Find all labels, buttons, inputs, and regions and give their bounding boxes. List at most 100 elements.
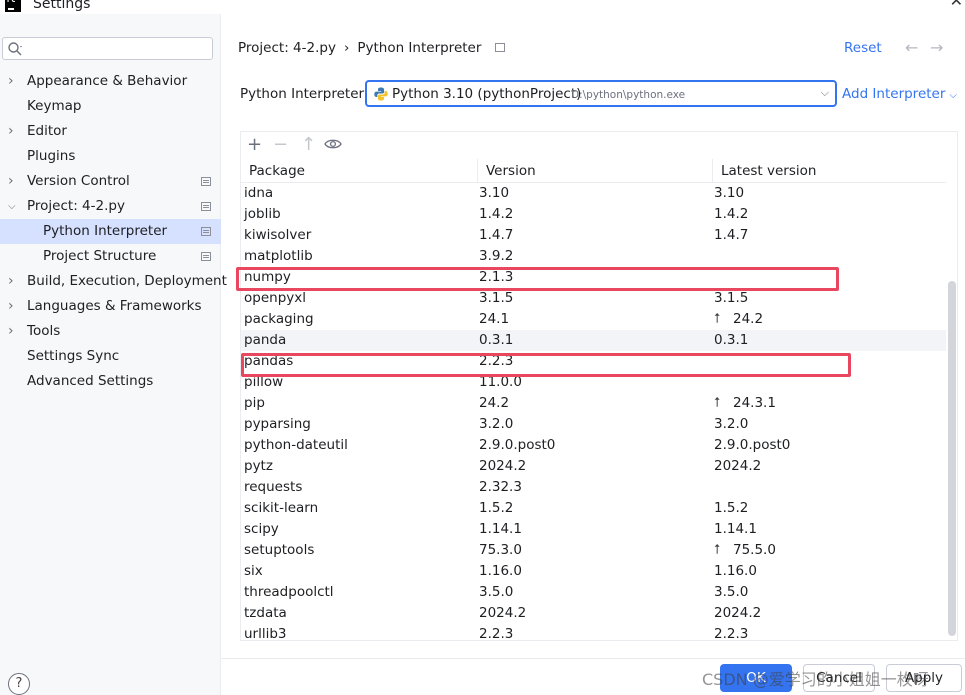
sidebar-item[interactable]: › Languages & Frameworks xyxy=(0,294,221,319)
sidebar-item-label: Plugins xyxy=(27,148,76,164)
forward-arrow-icon[interactable]: → xyxy=(930,38,943,57)
sidebar-item-label: Languages & Frameworks xyxy=(27,298,202,314)
package-version-cell-text: 2024.2 xyxy=(479,458,527,474)
package-name-cell-text: threadpoolctl xyxy=(244,584,334,600)
add-interpreter-link[interactable]: Add Interpreter ⌵ xyxy=(842,86,957,102)
table-row[interactable]: openpyxl 3.1.5 3.1.5 xyxy=(241,288,946,309)
package-name-cell: pyparsing xyxy=(244,414,311,435)
package-version-cell: 1.16.0 xyxy=(479,561,522,582)
table-row[interactable]: requests 2.32.3 xyxy=(241,477,946,498)
sidebar-item[interactable]: › Appearance & Behavior xyxy=(0,69,221,94)
settings-search-input[interactable] xyxy=(27,40,207,58)
close-icon[interactable]: ✕ xyxy=(950,0,963,10)
upgrade-package-button[interactable]: ↑ xyxy=(301,135,316,155)
package-latest-cell-text: 1.4.2 xyxy=(714,206,749,222)
package-latest-cell-text: 2024.2 xyxy=(714,458,762,474)
project-level-icon xyxy=(495,43,506,52)
package-table-header: Package Version Latest version xyxy=(241,159,946,183)
package-version-cell: 2.2.3 xyxy=(479,624,513,640)
sidebar-item[interactable]: Keymap xyxy=(0,94,221,119)
package-latest-cell: 1.4.2 xyxy=(714,204,748,225)
settings-search-box[interactable] xyxy=(2,37,213,60)
package-name-cell: tzdata xyxy=(244,603,287,624)
sidebar-item-label: Build, Execution, Deployment xyxy=(27,273,227,289)
project-level-icon xyxy=(201,227,211,236)
package-version-cell-text: 3.5.0 xyxy=(479,584,514,600)
ok-button[interactable]: OK xyxy=(720,664,792,692)
package-name-cell: scipy xyxy=(244,519,279,540)
package-name-cell-text: urllib3 xyxy=(244,626,287,641)
reset-link[interactable]: Reset xyxy=(844,40,882,56)
sidebar-item[interactable]: › Build, Execution, Deployment xyxy=(0,269,227,294)
table-row[interactable]: pip 24.2 ⭡ 24.3.1 xyxy=(241,393,946,414)
table-row[interactable]: six 1.16.0 1.16.0 xyxy=(241,561,946,582)
chevron-right-icon[interactable]: › xyxy=(8,119,20,144)
package-version-cell-text: 24.2 xyxy=(479,395,510,411)
column-header-version[interactable]: Version xyxy=(477,159,712,183)
window-title: Settings xyxy=(33,0,91,12)
sidebar-item-label: Version Control xyxy=(27,173,130,189)
table-row[interactable]: joblib 1.4.2 1.4.2 xyxy=(241,204,946,225)
chevron-down-icon: ⌵ xyxy=(820,86,829,99)
table-row[interactable]: threadpoolctl 3.5.0 3.5.0 xyxy=(241,582,946,603)
table-row[interactable]: scikit-learn 1.5.2 1.5.2 xyxy=(241,498,946,519)
package-latest-cell: 2.9.0.post0 xyxy=(714,435,790,456)
pycharm-logo-icon: PC xyxy=(5,0,21,12)
sidebar-item[interactable]: › Tools xyxy=(0,319,221,344)
table-row[interactable]: kiwisolver 1.4.7 1.4.7 xyxy=(241,225,946,246)
table-row[interactable]: matplotlib 3.9.2 xyxy=(241,246,946,267)
package-version-cell: 3.2.0 xyxy=(479,414,513,435)
package-table-body: idna 3.10 3.10 joblib 1.4.2 1.4.2 kiwisolver 1.… xyxy=(241,183,946,641)
table-row[interactable]: packaging 24.1 ⭡ 24.2 xyxy=(241,309,946,330)
sidebar-item[interactable]: › Version Control xyxy=(0,169,221,194)
sidebar-item[interactable]: Project Structure xyxy=(0,244,221,269)
apply-button[interactable]: Apply xyxy=(886,664,962,692)
chevron-right-icon[interactable]: › xyxy=(8,69,20,94)
table-row[interactable]: pytz 2024.2 2024.2 xyxy=(241,456,946,477)
scrollbar-thumb[interactable] xyxy=(948,281,956,636)
table-row[interactable]: urllib3 2.2.3 2.2.3 xyxy=(241,624,946,641)
sidebar-item[interactable]: Advanced Settings xyxy=(0,369,221,394)
package-name-cell: panda xyxy=(244,330,286,351)
sidebar-item[interactable]: ⌵ Project: 4-2.py xyxy=(0,194,221,219)
package-name-cell-text: pip xyxy=(244,395,265,411)
package-version-cell: 3.1.5 xyxy=(479,288,513,309)
package-version-cell-text: 1.14.1 xyxy=(479,521,522,537)
add-package-button[interactable]: + xyxy=(247,135,262,155)
package-name-cell-text: scikit-learn xyxy=(244,500,319,516)
chevron-down-icon[interactable]: ⌵ xyxy=(8,194,20,219)
table-row[interactable]: idna 3.10 3.10 xyxy=(241,183,946,204)
breadcrumb-separator: › xyxy=(343,40,350,56)
chevron-right-icon[interactable]: › xyxy=(8,269,20,294)
sidebar-item[interactable]: Python Interpreter xyxy=(0,219,221,244)
eye-icon[interactable] xyxy=(324,138,342,150)
table-row[interactable]: scipy 1.14.1 1.14.1 xyxy=(241,519,946,540)
highlight-box-numpy xyxy=(236,267,839,291)
chevron-right-icon[interactable]: › xyxy=(8,169,20,194)
highlight-box-pandas xyxy=(241,353,851,377)
chevron-right-icon[interactable]: › xyxy=(8,319,20,344)
package-version-cell-text: 1.16.0 xyxy=(479,563,522,579)
search-icon xyxy=(8,42,22,56)
breadcrumb: Project: 4-2.py › Python Interpreter xyxy=(238,40,506,56)
cancel-button[interactable]: Cancel xyxy=(803,664,875,692)
package-name-cell-text: tzdata xyxy=(244,605,287,621)
chevron-right-icon[interactable]: › xyxy=(8,294,20,319)
column-header-package[interactable]: Package xyxy=(241,159,477,183)
table-row[interactable]: panda 0.3.1 0.3.1 xyxy=(241,330,946,351)
table-row[interactable]: python-dateutil 2.9.0.post0 2.9.0.post0 xyxy=(241,435,946,456)
sidebar-item[interactable]: Plugins xyxy=(0,144,221,169)
package-version-cell-text: 3.9.2 xyxy=(479,248,514,264)
help-button[interactable]: ? xyxy=(8,673,30,695)
table-row[interactable]: tzdata 2024.2 2024.2 xyxy=(241,603,946,624)
sidebar-item[interactable]: Settings Sync xyxy=(0,344,221,369)
interpreter-dropdown[interactable]: Python 3.10 (pythonProject) D:\python\py… xyxy=(365,80,837,107)
package-panel: + − ↑ Package Version Latest version idn… xyxy=(240,131,958,641)
remove-package-button[interactable]: − xyxy=(273,135,288,155)
table-row[interactable]: pyparsing 3.2.0 3.2.0 xyxy=(241,414,946,435)
column-header-latest-version[interactable]: Latest version xyxy=(712,159,946,183)
back-arrow-icon[interactable]: ← xyxy=(905,38,918,57)
table-row[interactable]: setuptools 75.3.0 ⭡ 75.5.0 xyxy=(241,540,946,561)
sidebar-item[interactable]: › Editor xyxy=(0,119,221,144)
python-icon xyxy=(374,87,388,101)
